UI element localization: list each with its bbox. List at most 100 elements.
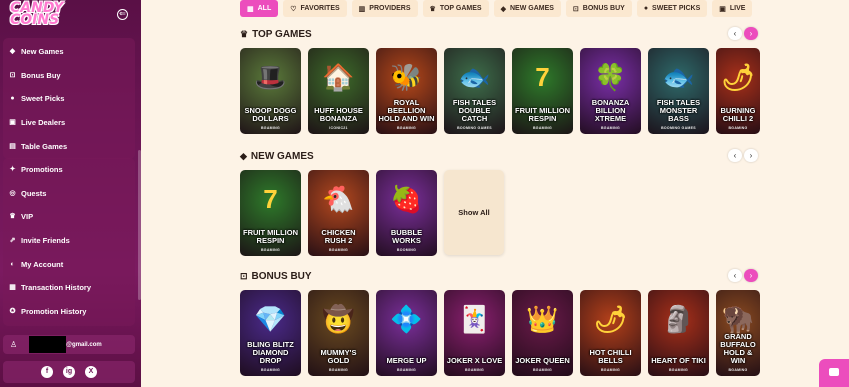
sidebar-item-promotion-history[interactable]: ✪ Promotion History [9, 304, 87, 318]
game-card[interactable]: 🐟 FISH TALES MONSTER BASS BOOMING GAMES [648, 48, 709, 134]
game-artwork: 🤠 [322, 304, 355, 334]
game-artwork: 7 [263, 184, 278, 214]
tab-bonus-buy[interactable]: ⊡ BONUS BUY [565, 0, 632, 17]
game-card[interactable]: 🗿 HEART OF TIKI BGAMING [648, 290, 709, 376]
game-artwork: 🍀 [594, 62, 627, 92]
lollipop-icon: ● [10, 94, 15, 102]
facebook-icon[interactable]: f [41, 366, 53, 378]
game-provider: BGAMING [328, 368, 348, 372]
x-twitter-icon[interactable]: X [85, 366, 97, 378]
sidebar-item-new-games[interactable]: ◆ New Games [9, 44, 64, 58]
game-title: BLING BLITZ DIAMOND DROP [247, 340, 294, 365]
tab-sweet-picks[interactable]: ● SWEET PICKS [636, 0, 708, 17]
user-icon: ♙ [10, 340, 18, 349]
game-card[interactable]: 🍀 BONANZA BILLION XTREME BGAMING [580, 48, 641, 134]
game-title: ROYAL BEELLION HOLD AND WIN [378, 98, 435, 123]
game-card[interactable]: 🍓 BUBBLE WORKS BOOMING [376, 170, 437, 256]
tab-favorites[interactable]: ♡ FAVORITES [283, 0, 347, 17]
game-title: HUFF HOUSE BONANZA [314, 106, 363, 123]
game-provider: BOOMING GAMES [661, 126, 696, 130]
game-provider: BGAMING [668, 368, 688, 372]
history-icon: ▦ [9, 283, 16, 291]
bonus-buy-prev-button[interactable]: ‹ [728, 269, 742, 282]
tab-new-games[interactable]: ◆ NEW GAMES [493, 0, 561, 17]
game-artwork: 🏠 [322, 62, 355, 92]
candy-coins-logo[interactable]: CANDY COINS [10, 1, 70, 30]
show-all-button[interactable]: Show All [444, 170, 504, 255]
game-provider: BGAMING [532, 368, 552, 372]
game-card[interactable]: 🦬 GRAND BUFFALO HOLD & WIN BGAMING [716, 290, 760, 376]
game-card[interactable]: 🎩 SNOOP DOGG DOLLARS BGAMING [240, 48, 301, 134]
providers-icon: ▥ [358, 5, 366, 13]
game-title: HOT CHILLI BELLS [589, 348, 632, 365]
game-artwork: 7 [535, 62, 550, 92]
game-title: MUMMY'S GOLD [320, 348, 357, 365]
user-account-bar[interactable]: ♙ @gmail.com [3, 335, 135, 354]
game-artwork: 🎩 [254, 62, 287, 92]
gem-icon: ◆ [9, 47, 16, 55]
game-provider: BGAMING [328, 248, 348, 252]
new-games-prev-button[interactable]: ‹ [728, 149, 742, 162]
game-provider: BGAMING [260, 248, 280, 252]
game-card[interactable]: 💎 BLING BLITZ DIAMOND DROP BGAMING [240, 290, 301, 376]
promo-history-icon: ✪ [9, 307, 16, 315]
sidebar-item-table-games[interactable]: ▤ Table Games [9, 139, 67, 153]
top-games-prev-button[interactable]: ‹ [728, 27, 742, 40]
sidebar-item-bonus-buy[interactable]: ⊡ Bonus Buy [9, 68, 61, 82]
game-card[interactable]: 🤠 MUMMY'S GOLD BGAMING [308, 290, 369, 376]
game-artwork: 🐔 [322, 184, 355, 214]
top-games-next-button[interactable]: › [744, 27, 758, 40]
game-card[interactable]: 💠 MERGE UP BGAMING [376, 290, 437, 376]
instagram-icon[interactable]: ig [63, 366, 75, 378]
game-card[interactable]: 7 FRUIT MILLION RESPIN BGAMING [512, 48, 573, 134]
game-provider: BOOMING [396, 248, 417, 252]
bonus-buy-next-button[interactable]: › [744, 269, 758, 282]
game-card[interactable]: 🏠 HUFF HOUSE BONANZA ICONIC21 [308, 48, 369, 134]
collapse-sidebar-icon[interactable]: ⇐ [117, 9, 128, 20]
game-provider: BGAMING [728, 368, 748, 372]
game-artwork: 🌶 [593, 304, 628, 334]
game-card[interactable]: 🐔 CHICKEN RUSH 2 BGAMING [308, 170, 369, 256]
chat-support-button[interactable] [819, 359, 849, 387]
cards-icon: ▣ [9, 118, 16, 126]
game-provider: BGAMING [728, 126, 748, 130]
game-card[interactable]: 7 FRUIT MILLION RESPIN BGAMING [240, 170, 301, 256]
chat-icon [829, 368, 839, 376]
sidebar-item-vip[interactable]: ♛ VIP [9, 209, 33, 223]
table-icon: ▤ [9, 142, 16, 150]
game-card[interactable]: 🐝 ROYAL BEELLION HOLD AND WIN BGAMING [376, 48, 437, 134]
sidebar-item-my-account[interactable]: ◐ My Account [9, 257, 63, 271]
game-title: BUBBLE WORKS [390, 228, 423, 245]
sidebar-scrollbar[interactable] [138, 150, 141, 300]
section-title-new-games: ◆ NEW GAMES [240, 150, 314, 162]
game-title: CHICKEN RUSH 2 [321, 228, 356, 245]
game-card[interactable]: 👑 JOKER QUEEN BGAMING [512, 290, 573, 376]
sidebar-item-invite-friends[interactable]: ⇗ Invite Friends [9, 233, 70, 247]
game-provider: ICONIC21 [329, 126, 348, 130]
game-card[interactable]: 🃏 JOKER X LOVE BGAMING [444, 290, 505, 376]
sidebar-item-sweet-picks[interactable]: ● Sweet Picks [9, 91, 64, 105]
game-artwork: 🃏 [458, 304, 491, 334]
sidebar: CANDY COINS ⇐ ◆ New Games ⊡ Bonus Buy ● Swee… [0, 0, 141, 387]
tab-all[interactable]: ▦ ALL [240, 0, 279, 17]
sidebar-item-transaction-history[interactable]: ▦ Transaction History [9, 280, 91, 294]
sidebar-item-live-dealers[interactable]: ▣ Live Dealers [9, 115, 65, 129]
game-card[interactable]: 🌶 HOT CHILLI BELLS BGAMING [580, 290, 641, 376]
game-title: BONANZA BILLION XTREME [591, 98, 630, 123]
game-card[interactable]: 🐟 FISH TALES DOUBLE CATCH BOOMING GAMES [444, 48, 505, 134]
game-provider: BGAMING [600, 126, 620, 130]
sidebar-item-quests[interactable]: ◎ Quests [9, 186, 46, 200]
tab-top-games[interactable]: ♛ TOP GAMES [422, 0, 489, 17]
new-games-next-button[interactable]: › [744, 149, 758, 162]
game-provider: BGAMING [532, 126, 552, 130]
tab-live[interactable]: ▣ LIVE [712, 0, 753, 17]
game-card[interactable]: 🌶 BURNING CHILLI 2 BGAMING [716, 48, 760, 134]
sidebar-item-promotions[interactable]: ✦ Promotions [9, 162, 63, 176]
game-artwork: 🐝 [390, 62, 423, 92]
game-artwork: 👑 [526, 304, 559, 334]
cart-icon: ⊡ [9, 71, 16, 79]
tab-providers[interactable]: ▥ PROVIDERS [351, 0, 418, 17]
nav-group-account: ✦ Promotions ◎ Quests ♛ VIP ⇗ Invite Friends… [3, 158, 135, 326]
gem-icon: ◆ [240, 150, 247, 161]
game-title: MERGE UP [386, 356, 427, 365]
